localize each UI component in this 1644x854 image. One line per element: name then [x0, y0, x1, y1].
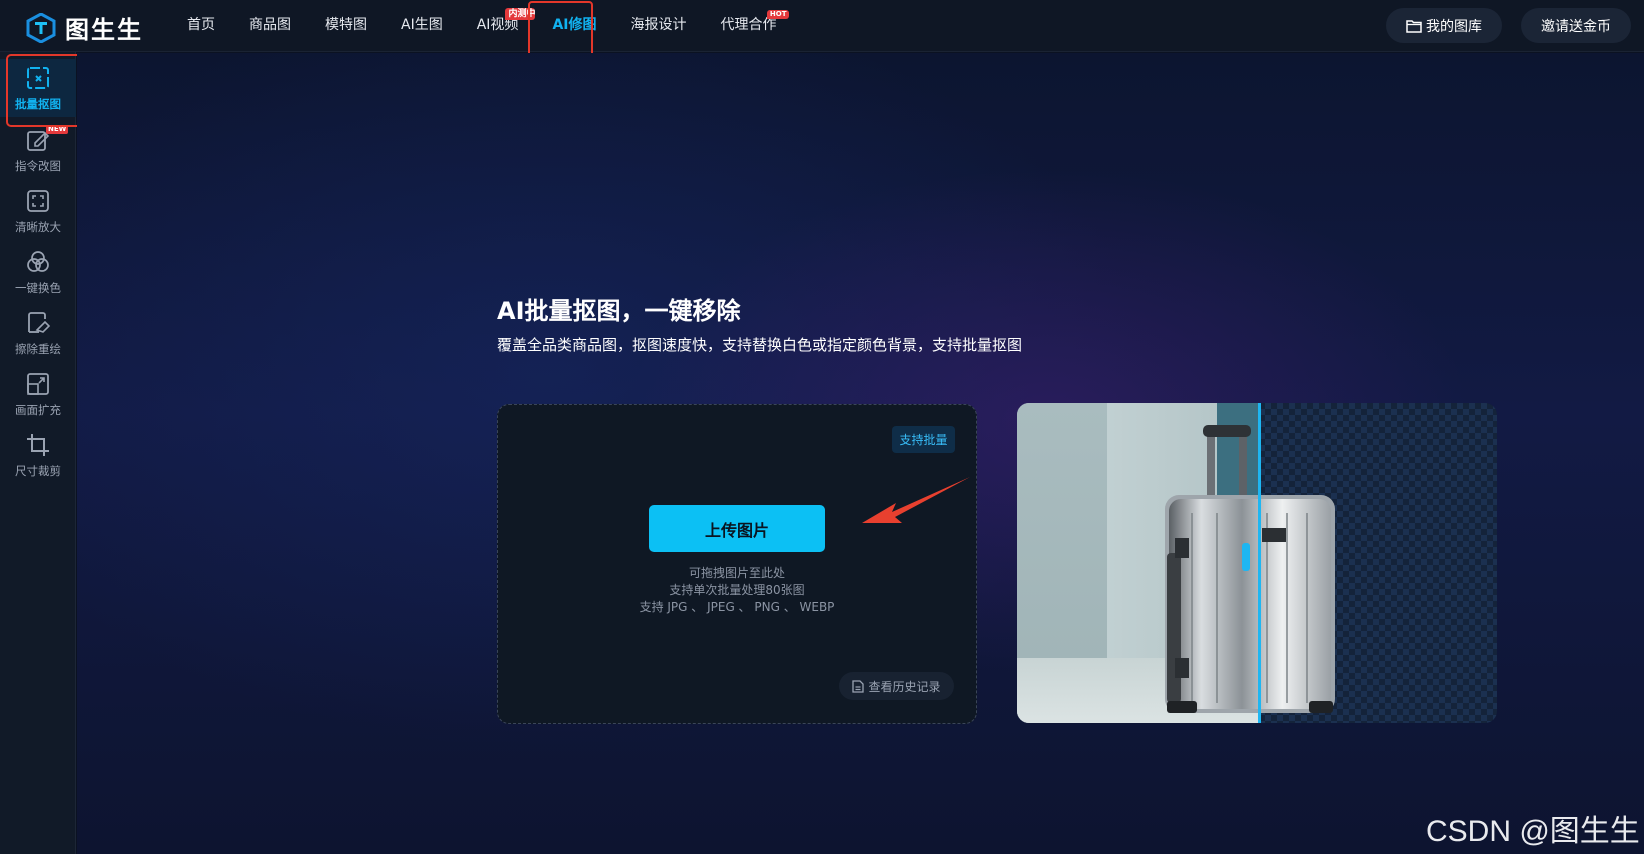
top-navigation-bar: 图生生 首页 商品图 模特图 AI生图 AI视频 内测中 AI修图 海报设计 代… — [0, 0, 1644, 52]
sidebar-label: 批量抠图 — [15, 96, 61, 111]
sidebar-item-instruct-edit[interactable]: NEW 指令改图 — [0, 121, 76, 179]
upload-image-button[interactable]: 上传图片 — [649, 505, 825, 552]
sidebar-item-batch-cutout[interactable]: 批量抠图 — [0, 59, 76, 117]
nav-ai-retouch[interactable]: AI修图 — [535, 0, 613, 52]
sidebar-label: 擦除重绘 — [15, 341, 61, 356]
nav-ai-video[interactable]: AI视频 内测中 — [460, 0, 536, 52]
tool-sidebar: 批量抠图 NEW 指令改图 清晰放大 一键换色 擦除重绘 画面扩充 尺寸裁剪 — [0, 52, 76, 854]
sidebar-label: 画面扩充 — [15, 402, 61, 417]
upload-hint-formats: 支持 JPG 、 JPEG 、 PNG 、 WEBP — [639, 600, 835, 614]
my-library-button[interactable]: 我的图库 — [1386, 8, 1502, 43]
batch-support-badge: 支持批量 — [892, 426, 955, 453]
view-history-label: 查看历史记录 — [868, 679, 941, 694]
annotation-arrow-icon — [862, 477, 970, 523]
nav-product-image[interactable]: 商品图 — [232, 0, 308, 52]
sidebar-item-enlarge[interactable]: 清晰放大 — [0, 182, 76, 240]
cutout-preview-image — [1017, 403, 1497, 723]
before-after-divider[interactable] — [1258, 403, 1261, 723]
nav-model-image[interactable]: 模特图 — [308, 0, 384, 52]
sidebar-item-recolor[interactable]: 一键换色 — [0, 243, 76, 301]
page-title: AI批量抠图，一键移除 — [497, 297, 741, 325]
sidebar-label: 清晰放大 — [15, 219, 61, 234]
logo-icon — [26, 12, 56, 43]
sidebar-item-size-crop[interactable]: 尺寸裁剪 — [0, 426, 76, 484]
nav-poster-design[interactable]: 海报设计 — [613, 0, 703, 52]
sidebar-label: 指令改图 — [15, 158, 61, 173]
upload-hint-batch: 支持单次批量处理80张图 — [669, 583, 805, 597]
upload-hint-drag: 可拖拽图片至此处 — [688, 566, 785, 580]
suitcase-icon — [1165, 425, 1335, 713]
sidebar-label: 尺寸裁剪 — [15, 463, 61, 478]
color-icon — [27, 250, 49, 272]
expand-icon — [27, 372, 49, 395]
view-history-button[interactable]: 查看历史记录 — [839, 672, 954, 700]
cutout-icon — [27, 66, 49, 89]
nav-ai-generate[interactable]: AI生图 — [384, 0, 460, 52]
document-icon — [852, 679, 865, 693]
invite-label: 邀请送金币 — [1541, 18, 1611, 35]
brand-name: 图生生 — [65, 16, 143, 44]
new-badge: NEW — [46, 125, 69, 134]
my-library-label: 我的图库 — [1426, 18, 1482, 35]
brand-logo[interactable]: 图生生 — [26, 10, 143, 45]
nav-home[interactable]: 首页 — [170, 0, 232, 52]
hot-badge: HOT — [766, 10, 790, 19]
main-nav: 首页 商品图 模特图 AI生图 AI视频 内测中 AI修图 海报设计 代理合作 … — [170, 0, 793, 52]
crop-icon — [27, 433, 49, 456]
sidebar-item-canvas-expand[interactable]: 画面扩充 — [0, 365, 76, 423]
enlarge-icon — [27, 189, 49, 212]
invite-button[interactable]: 邀请送金币 — [1521, 8, 1631, 43]
sidebar-item-erase-redraw[interactable]: 擦除重绘 — [0, 304, 76, 362]
folder-icon — [1406, 19, 1422, 33]
eraser-icon — [28, 311, 51, 333]
page-subtitle: 覆盖全品类商品图，抠图速度快，支持替换白色或指定颜色背景，支持批量抠图 — [497, 336, 1023, 354]
csdn-watermark: CSDN @图生生 — [1426, 815, 1640, 848]
nav-agent-partner[interactable]: 代理合作 HOT — [703, 0, 793, 52]
sidebar-label: 一键换色 — [15, 280, 61, 295]
beta-badge: 内测中 — [505, 8, 536, 20]
